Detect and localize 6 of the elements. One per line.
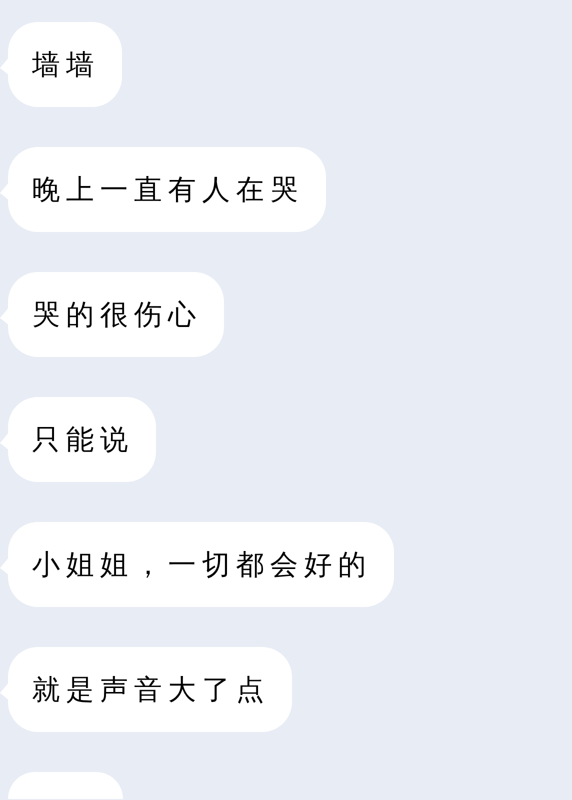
message-bubble: 哭的很伤心 (8, 272, 224, 357)
message-bubble: 就是声音大了点 (8, 647, 292, 732)
message-bubble: 小姐姐，一切都会好的 (8, 522, 394, 607)
message-bubble: 只能说 (8, 397, 156, 482)
message-bubble: 墙墙 (8, 22, 122, 107)
message-bubble: 晚上一直有人在哭 (8, 147, 326, 232)
